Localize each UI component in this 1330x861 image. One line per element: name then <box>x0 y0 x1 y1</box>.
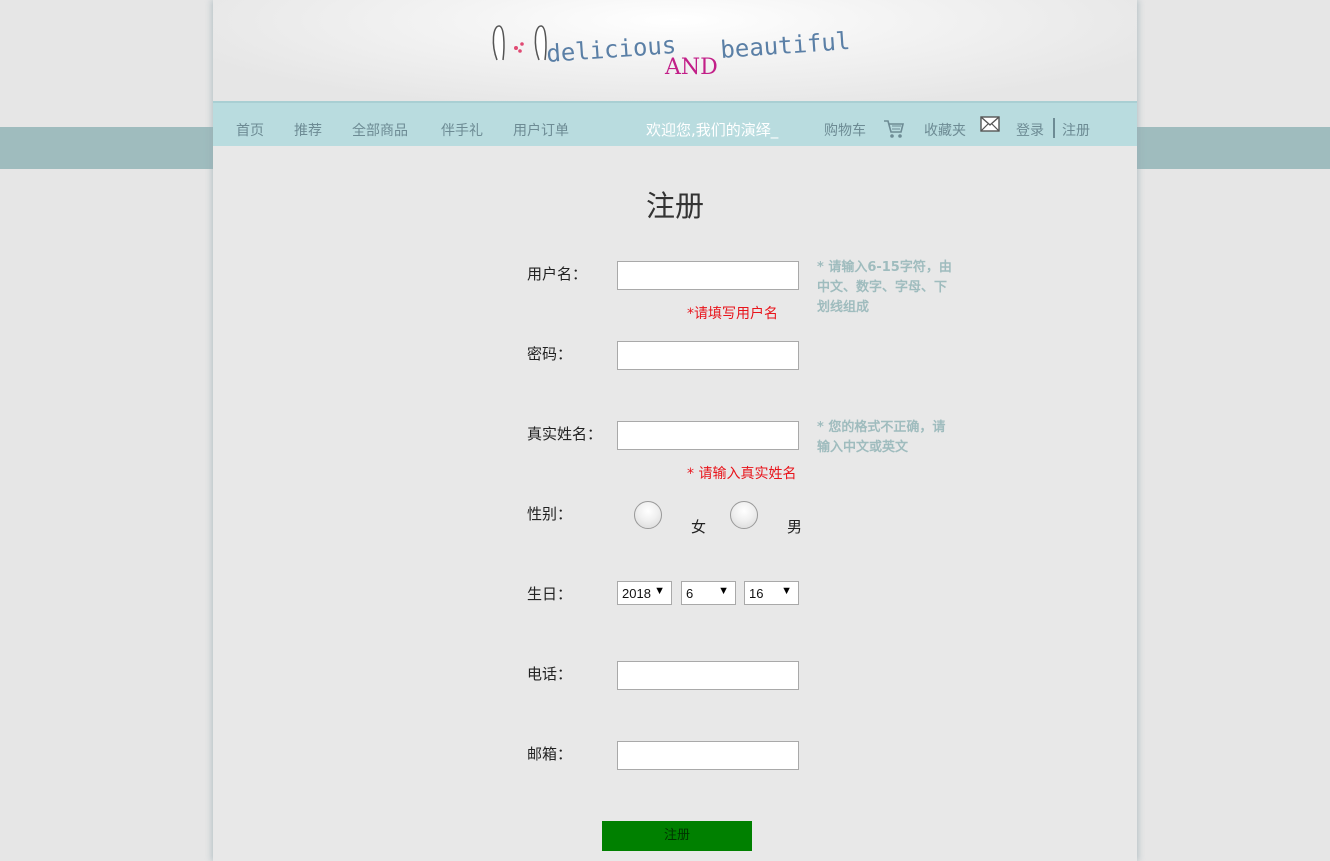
email-label: 邮箱： <box>527 745 573 763</box>
password-input[interactable] <box>617 341 799 370</box>
nav-item-favorites[interactable]: 收藏夹 <box>924 120 966 140</box>
gender-male-label: 男 <box>787 518 803 536</box>
username-error: *请填写用户名 <box>687 306 778 322</box>
envelope-icon[interactable] <box>980 116 1000 132</box>
cart-icon[interactable] <box>883 118 905 140</box>
birthday-day-value: 16 <box>749 586 764 601</box>
triangle-down-icon: ▼ <box>654 585 665 597</box>
realname-label: 真实姓名： <box>527 425 603 443</box>
realname-error: * 请输入真实姓名 <box>687 466 797 482</box>
site-logo[interactable]: delicious AND beautiful <box>489 14 859 80</box>
username-label: 用户名： <box>527 265 588 283</box>
welcome-message: 欢迎您,我们的演绎_ <box>646 121 779 139</box>
phone-label: 电话： <box>527 665 573 683</box>
username-input[interactable] <box>617 261 799 290</box>
birthday-day-select[interactable]: 16 ▼ <box>744 581 799 605</box>
birthday-label: 生日： <box>527 585 573 603</box>
triangle-down-icon: ▼ <box>781 585 792 597</box>
birthday-year-select[interactable]: 2018 ▼ <box>617 581 672 605</box>
realname-input[interactable] <box>617 421 799 450</box>
bunny-ears-icon <box>492 25 547 61</box>
logo-word-and: AND <box>664 55 718 80</box>
gender-label: 性别： <box>527 505 573 523</box>
nav-item-orders[interactable]: 用户订单 <box>513 120 569 140</box>
nav-item-recommend[interactable]: 推荐 <box>294 120 322 140</box>
gender-female-label: 女 <box>691 518 707 536</box>
logo-word-delicious: delicious <box>545 31 677 68</box>
birthday-month-select[interactable]: 6 ▼ <box>681 581 736 605</box>
phone-input[interactable] <box>617 661 799 690</box>
header: delicious AND beautiful <box>213 0 1137 101</box>
realname-hint: * 您的格式不正确，请输入中文或英文 <box>817 420 946 455</box>
register-submit-button[interactable]: 注册 <box>602 821 752 851</box>
birthday-year-value: 2018 <box>622 586 651 601</box>
birthday-month-value: 6 <box>686 586 694 601</box>
nav-item-home[interactable]: 首页 <box>236 120 264 140</box>
top-nav: 首页 推荐 全部商品 伴手礼 用户订单 欢迎您,我们的演绎_ 购物车 收藏夹 登… <box>213 101 1137 146</box>
nav-separator <box>1053 118 1055 138</box>
email-input[interactable] <box>617 741 799 770</box>
nav-item-register[interactable]: 注册 <box>1062 120 1090 140</box>
nav-item-login[interactable]: 登录 <box>1016 120 1044 140</box>
gender-female-radio[interactable] <box>634 501 662 529</box>
page-container: delicious AND beautiful 首页 推荐 全部商品 伴手礼 用… <box>213 0 1137 861</box>
password-label: 密码： <box>527 345 573 363</box>
nav-item-all-products[interactable]: 全部商品 <box>352 120 408 140</box>
page-title: 注册 <box>645 189 704 223</box>
logo-word-beautiful: beautiful <box>719 27 851 64</box>
triangle-down-icon: ▼ <box>718 585 729 597</box>
gender-male-radio[interactable] <box>730 501 758 529</box>
username-hint: * 请输入6-15字符，由中文、数字、字母、下划线组成 <box>817 260 952 315</box>
nav-item-gifts[interactable]: 伴手礼 <box>441 120 483 140</box>
nav-item-cart[interactable]: 购物车 <box>824 120 866 140</box>
